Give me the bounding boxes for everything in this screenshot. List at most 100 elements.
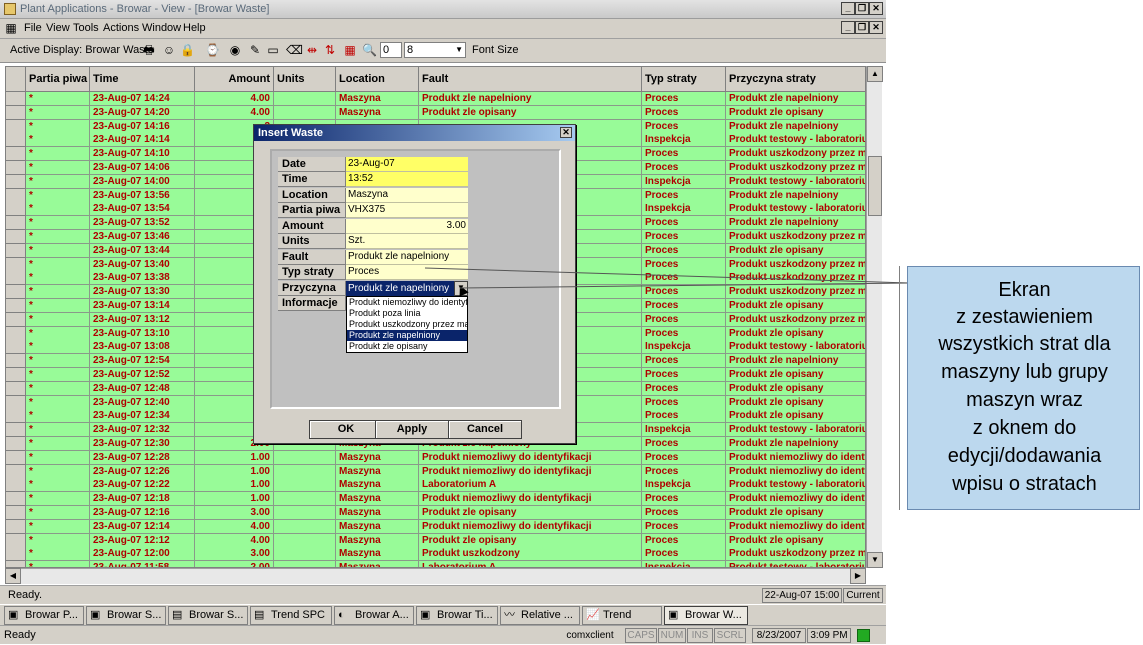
date-field[interactable]: 23-Aug-07 [346, 157, 468, 172]
menu-tools[interactable]: Tools [73, 22, 99, 34]
row-selector[interactable] [6, 478, 26, 493]
row-selector[interactable] [6, 423, 26, 438]
child-minimize-button[interactable]: _ [841, 21, 855, 34]
column-header[interactable]: Partia piwa [26, 67, 90, 92]
dropdown-option[interactable]: Produkt niemozliwy do identyfikacji [347, 297, 467, 308]
zoom-input[interactable]: 0 [380, 42, 402, 58]
column-header[interactable]: Amount [195, 67, 274, 92]
eraser-icon[interactable]: ⌫ [286, 44, 303, 57]
table-row[interactable]: * 23-Aug-07 12:26 1.00 Maszyna Produkt niemo… [6, 464, 865, 479]
row-selector[interactable] [6, 119, 26, 134]
row-selector[interactable] [6, 450, 26, 465]
column-header[interactable]: Location [336, 67, 419, 92]
task-browar-a[interactable]: ◐ Browar A... [334, 606, 414, 625]
row-selector[interactable] [6, 243, 26, 258]
row-selector[interactable] [6, 340, 26, 355]
row-selector[interactable] [6, 161, 26, 175]
amount-field[interactable]: 3.00 [346, 219, 468, 234]
row-selector[interactable] [6, 299, 26, 313]
menu-actions[interactable]: Actions [103, 22, 139, 34]
row-selector[interactable] [6, 133, 26, 148]
swap-icon[interactable]: ⇅ [323, 44, 337, 57]
row-selector[interactable] [6, 92, 26, 106]
table-row[interactable]: * 23-Aug-07 12:18 1.00 Maszyna Produkt niemo… [6, 492, 865, 507]
units-field[interactable]: Szt. [346, 234, 468, 249]
print-icon[interactable]: 🖶 [142, 44, 156, 57]
location-field[interactable]: Maszyna [346, 188, 468, 203]
vertical-scroll-thumb[interactable] [868, 156, 882, 216]
row-selector[interactable] [6, 230, 26, 244]
table-row[interactable]: * 23-Aug-07 12:22 1.00 Maszyna Laboratorium … [6, 478, 865, 493]
dialog-close-icon[interactable]: ✕ [560, 127, 572, 138]
task-browar-p[interactable]: ▣ Browar P... [4, 606, 84, 625]
row-selector[interactable] [6, 326, 26, 341]
lock-icon[interactable]: 🔒 [180, 44, 195, 57]
scroll-down-icon[interactable]: ▼ [867, 552, 883, 568]
child-close-button[interactable]: ✕ [869, 21, 883, 34]
scroll-right-icon[interactable]: ▶ [850, 568, 866, 584]
column-header[interactable]: Fault [419, 67, 642, 92]
row-selector[interactable] [6, 188, 26, 203]
row-selector[interactable] [6, 561, 26, 567]
scroll-up-icon[interactable]: ▲ [867, 66, 883, 82]
globe-icon[interactable]: ◉ [228, 44, 242, 57]
scroll-left-icon[interactable]: ◀ [5, 568, 21, 584]
time-field[interactable]: 13:52 [346, 172, 468, 187]
row-selector[interactable] [6, 105, 26, 120]
table-row[interactable]: * 23-Aug-07 12:16 3.00 Maszyna Produkt zle o… [6, 506, 865, 520]
dropdown-option[interactable]: Produkt uszkodzony przez maszyne [347, 319, 467, 330]
close-button[interactable]: ✕ [869, 2, 883, 15]
users-icon[interactable]: ☺ [162, 44, 176, 57]
row-selector[interactable] [6, 409, 26, 424]
dropdown-option-selected[interactable]: Produkt zle napelniony [347, 330, 467, 341]
task-browar-s-1[interactable]: ▣ Browar S... [86, 606, 166, 625]
row-selector[interactable] [6, 312, 26, 327]
row-selector[interactable] [6, 257, 26, 272]
task-browar-w[interactable]: ▣ Browar W... [664, 606, 748, 625]
row-selector[interactable] [6, 202, 26, 217]
row-selector[interactable] [6, 395, 26, 410]
row-selector[interactable] [6, 147, 26, 162]
row-selector[interactable] [6, 547, 26, 562]
child-restore-button[interactable]: ❐ [855, 21, 869, 34]
history-icon[interactable]: ⌚ [205, 44, 220, 57]
table-row[interactable]: * 23-Aug-07 14:20 4.00 Maszyna Produkt zle o… [6, 105, 865, 120]
horizontal-scrollbar[interactable]: ◀ ▶ [5, 568, 866, 584]
fault-field[interactable]: Produkt zle napelniony [346, 250, 468, 265]
menu-view[interactable]: View [46, 22, 70, 34]
menu-help[interactable]: Help [183, 22, 206, 34]
comment-icon[interactable]: ▭ [266, 44, 280, 57]
row-selector[interactable] [6, 381, 26, 396]
row-selector[interactable] [6, 464, 26, 479]
row-selector[interactable] [6, 368, 26, 382]
task-relative[interactable]: 〰 Relative ... [500, 606, 580, 625]
partia-piwa-field[interactable]: VHX375 [346, 203, 468, 218]
menu-file[interactable]: File [24, 22, 42, 34]
ok-button[interactable]: OK [309, 420, 383, 439]
vertical-scrollbar[interactable]: ▲ ▼ [866, 66, 883, 568]
dropdown-option[interactable]: Produkt poza linia [347, 308, 467, 319]
grid-icon[interactable]: ▦ [343, 44, 357, 57]
column-header[interactable]: Typ straty [642, 67, 726, 92]
dropdown-option[interactable]: Produkt zle opisany [347, 341, 467, 352]
row-selector[interactable] [6, 533, 26, 548]
app-menu-icon[interactable]: ▦ [4, 22, 18, 35]
row-selector[interactable] [6, 506, 26, 520]
row-selector[interactable] [6, 271, 26, 286]
task-browar-s-2[interactable]: ▤ Browar S... [168, 606, 248, 625]
table-row[interactable]: * 23-Aug-07 12:14 4.00 Maszyna Produkt niemo… [6, 519, 865, 534]
table-row[interactable]: * 23-Aug-07 14:24 4.00 Maszyna Produkt zle n… [6, 92, 865, 106]
minimize-button[interactable]: _ [841, 2, 855, 15]
table-row[interactable]: * 23-Aug-07 11:58 2.00 Maszyna Laboratorium … [6, 561, 865, 567]
menu-window[interactable]: Window [142, 22, 181, 34]
font-size-select[interactable]: 8 ▼ [404, 42, 466, 58]
column-header[interactable]: Time [90, 67, 195, 92]
table-row[interactable]: * 23-Aug-07 12:28 1.00 Maszyna Produkt niemo… [6, 450, 865, 465]
table-row[interactable]: * 23-Aug-07 12:00 3.00 Maszyna Produkt uszko… [6, 547, 865, 562]
row-selector[interactable] [6, 519, 26, 534]
column-header[interactable]: Units [274, 67, 336, 92]
task-browar-ti[interactable]: ▣ Browar Ti... [416, 606, 498, 625]
row-selector[interactable] [6, 492, 26, 507]
row-selector[interactable] [6, 174, 26, 189]
row-selector[interactable] [6, 285, 26, 300]
